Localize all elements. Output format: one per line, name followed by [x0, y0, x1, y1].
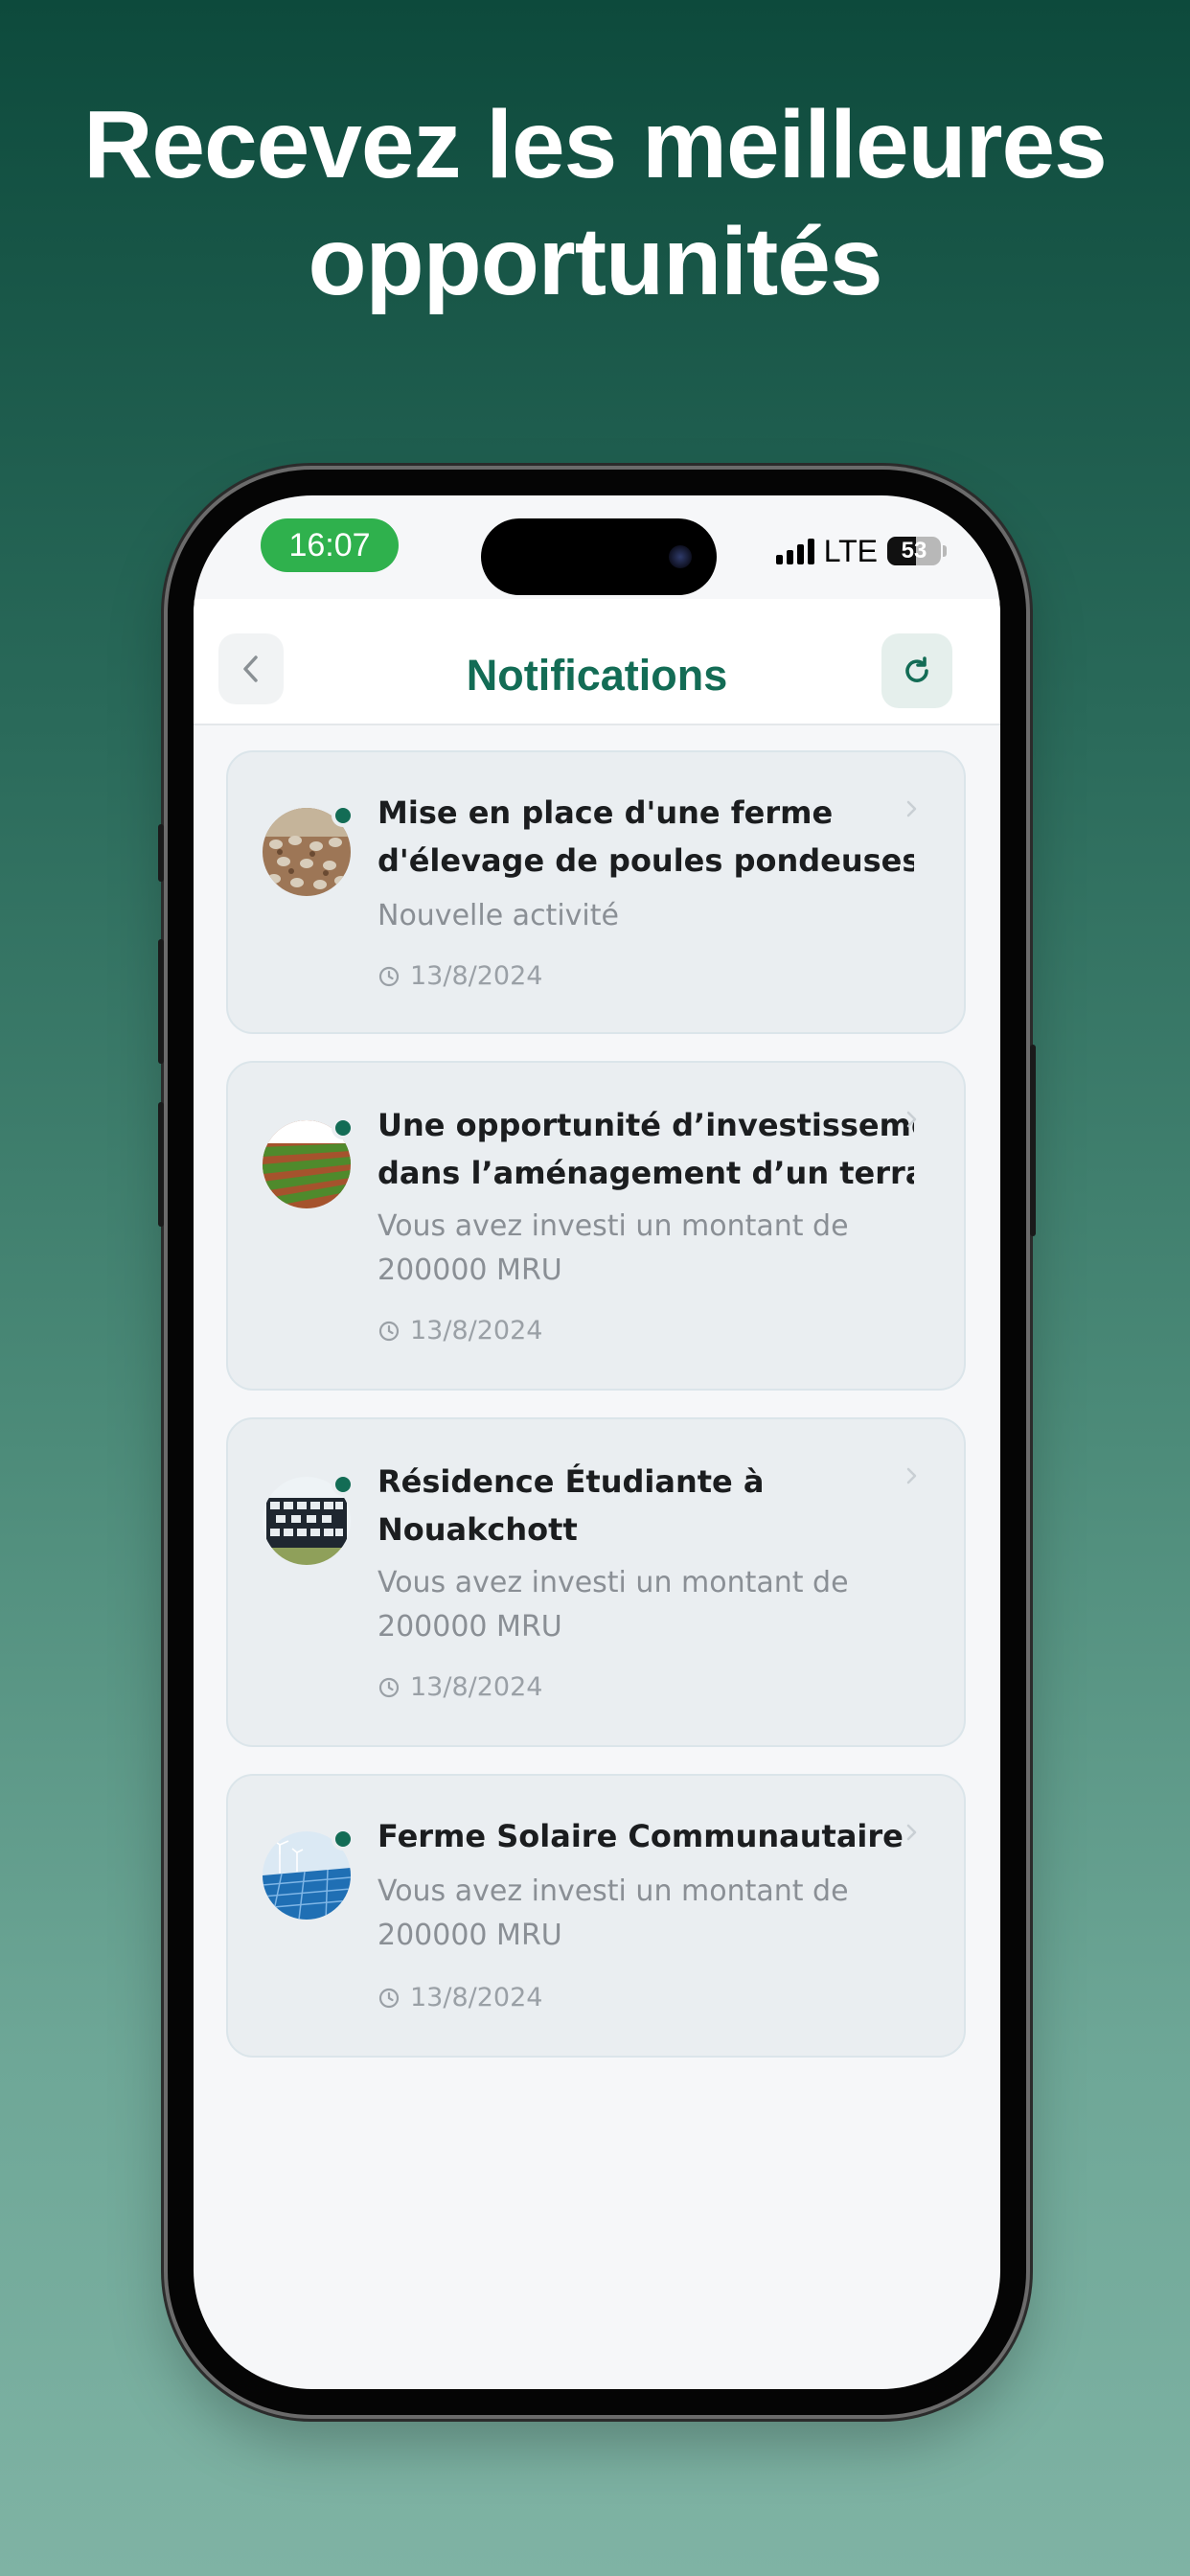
notification-date: 13/8/2024: [378, 1672, 542, 1702]
status-time: 16:07: [261, 518, 399, 572]
chevron-right-icon: [906, 1467, 917, 1484]
network-type: LTE: [823, 533, 878, 568]
notification-card[interactable]: Une opportunité d’investissement dans l’…: [226, 1061, 966, 1391]
camera-lens: [669, 545, 692, 568]
notification-date: 13/8/2024: [378, 1316, 542, 1346]
refresh-icon: [905, 656, 928, 682]
volume-up-button: [158, 939, 164, 1064]
clock-icon: [378, 966, 400, 986]
notification-date: 13/8/2024: [378, 1983, 542, 2012]
notification-title: Une opportunité d’investissement dans l’…: [378, 1107, 914, 1191]
notification-title: Ferme Solaire Communautaire: [378, 1818, 904, 1854]
app-header: Notifications: [194, 599, 1000, 725]
action-button: [158, 824, 164, 882]
volume-down-button: [158, 1102, 164, 1227]
notification-title: Mise en place d'une ferme d'élevage de p…: [378, 794, 914, 879]
clock-icon: [378, 1988, 400, 2008]
marketing-headline: Recevez les meilleures opportunités: [0, 86, 1190, 320]
unread-dot: [332, 1473, 355, 1496]
unread-dot: [332, 804, 355, 827]
notification-subtitle: Vous avez investi un montant de 200000 M…: [378, 1566, 849, 1644]
refresh-button[interactable]: [881, 633, 952, 708]
chevron-right-icon: [906, 1111, 917, 1128]
headline-line-2: opportunités: [308, 208, 882, 315]
page-title: Notifications: [466, 651, 728, 700]
unread-dot: [332, 1116, 355, 1139]
notification-subtitle: Nouvelle activité: [378, 899, 619, 932]
battery-tip: [943, 545, 947, 557]
battery-icon: 53: [887, 537, 941, 565]
notification-date: 13/8/2024: [378, 961, 542, 991]
clock-icon: [378, 1677, 400, 1697]
notification-title: Résidence Étudiante à Nouakchott: [378, 1463, 765, 1548]
phone-frame: 16:07 LTE 53 Notifications Mise en place…: [158, 470, 1036, 2415]
notification-subtitle: Vous avez investi un montant de 200000 M…: [378, 1209, 849, 1287]
notification-card[interactable]: Ferme Solaire Communautaire Vous avez in…: [226, 1774, 966, 2058]
clock-icon: [378, 1321, 400, 1341]
signal-icon: [775, 538, 814, 564]
chevron-right-icon: [906, 1824, 917, 1841]
battery-percent: 53: [901, 538, 927, 564]
notification-card[interactable]: Mise en place d'une ferme d'élevage de p…: [226, 750, 966, 1034]
power-button: [1030, 1045, 1036, 1236]
unread-dot: [332, 1828, 355, 1851]
phone-screen: 16:07 LTE 53 Notifications Mise en place…: [194, 495, 1000, 2389]
chevron-right-icon: [906, 800, 917, 817]
notification-card[interactable]: Résidence Étudiante à Nouakchott Vous av…: [226, 1417, 966, 1747]
notification-subtitle: Vous avez investi un montant de 200000 M…: [378, 1874, 849, 1952]
status-indicators: LTE 53: [775, 533, 947, 568]
headline-line-1: Recevez les meilleures: [83, 91, 1108, 198]
dynamic-island: [481, 518, 717, 595]
